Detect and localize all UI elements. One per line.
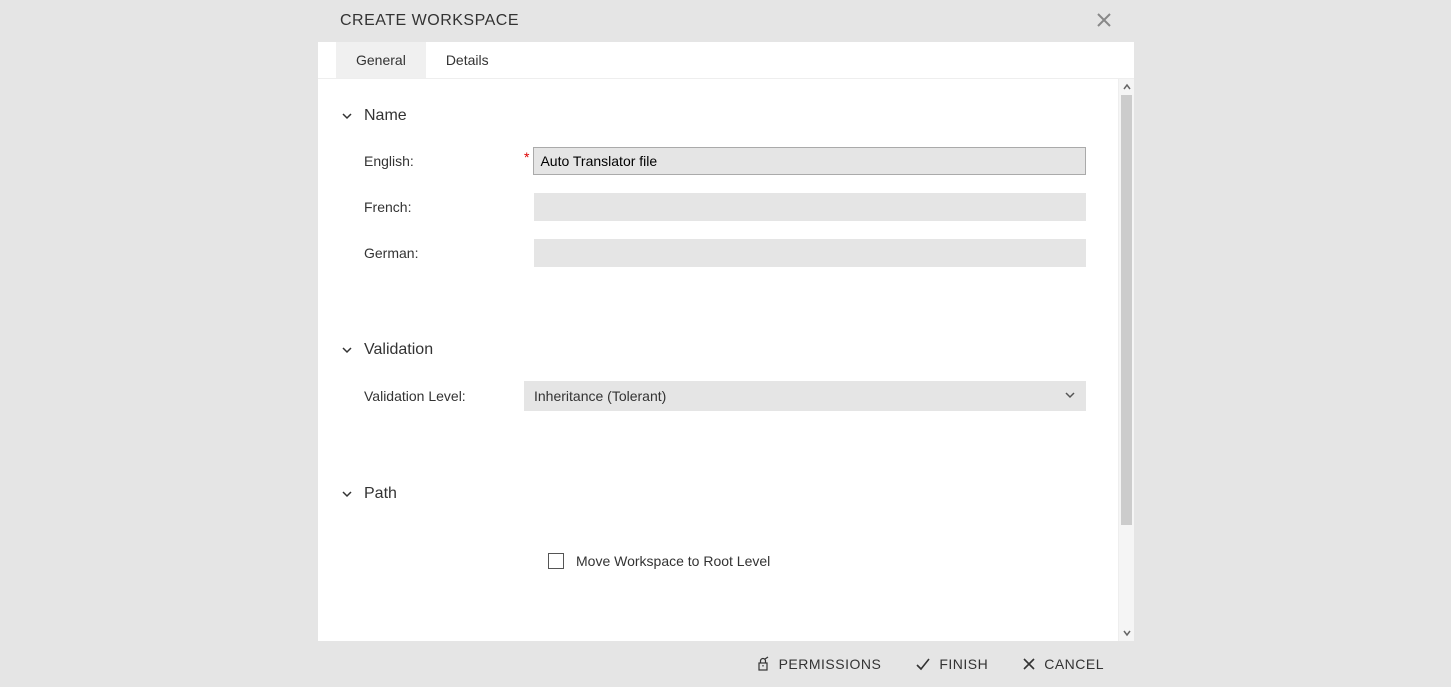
content-scroll: Name English: * French: [318, 79, 1134, 641]
create-workspace-dialog: CREATE WORKSPACE General Details Name [318, 0, 1134, 687]
checkbox-move-root[interactable] [548, 553, 564, 569]
scroll-thumb[interactable] [1121, 95, 1132, 525]
input-german[interactable] [534, 239, 1086, 267]
scrollbar[interactable] [1118, 79, 1134, 641]
input-french[interactable] [534, 193, 1086, 221]
scroll-track[interactable] [1119, 95, 1134, 625]
chevron-down-icon [340, 109, 354, 123]
required-marker: * [524, 149, 529, 165]
section-validation-title: Validation [364, 341, 433, 359]
permissions-icon [755, 656, 771, 672]
row-move-root: Move Workspace to Root Level [340, 553, 1086, 569]
dialog-body: General Details Name English: * [318, 42, 1134, 641]
tab-details[interactable]: Details [426, 42, 509, 78]
cancel-button[interactable]: CANCEL [1022, 656, 1104, 672]
label-french: French: [364, 199, 524, 215]
label-move-root: Move Workspace to Root Level [576, 553, 770, 569]
close-icon [1022, 657, 1036, 671]
row-validation-level: Validation Level: Inheritance (Tolerant) [340, 381, 1086, 411]
dialog-title: CREATE WORKSPACE [340, 12, 519, 30]
row-german: German: [340, 239, 1086, 267]
permissions-button[interactable]: PERMISSIONS [755, 656, 882, 672]
cancel-label: CANCEL [1044, 656, 1104, 672]
chevron-down-icon [340, 487, 354, 501]
label-validation-level: Validation Level: [364, 388, 524, 404]
section-path-header[interactable]: Path [340, 485, 1086, 503]
scroll-up-button[interactable] [1119, 79, 1134, 95]
dialog-footer: PERMISSIONS FINISH CANCEL [318, 641, 1134, 687]
dialog-header: CREATE WORKSPACE [318, 0, 1134, 42]
select-validation-value: Inheritance (Tolerant) [534, 388, 666, 404]
content-inner: Name English: * French: [318, 79, 1134, 589]
check-icon [915, 656, 931, 672]
permissions-label: PERMISSIONS [779, 656, 882, 672]
section-name-title: Name [364, 107, 407, 125]
tab-general[interactable]: General [336, 42, 426, 78]
finish-label: FINISH [939, 656, 988, 672]
chevron-down-icon [340, 343, 354, 357]
label-english: English: [364, 153, 524, 169]
row-french: French: [340, 193, 1086, 221]
input-english[interactable] [533, 147, 1086, 175]
section-name-header[interactable]: Name [340, 107, 1086, 125]
scroll-down-button[interactable] [1119, 625, 1134, 641]
tab-bar: General Details [318, 42, 1134, 79]
section-path-title: Path [364, 485, 397, 503]
row-english: English: * [340, 147, 1086, 175]
label-german: German: [364, 245, 524, 261]
chevron-down-icon [1064, 388, 1076, 404]
select-validation-level[interactable]: Inheritance (Tolerant) [524, 381, 1086, 411]
close-icon [1097, 13, 1111, 30]
finish-button[interactable]: FINISH [915, 656, 988, 672]
close-button[interactable] [1094, 11, 1114, 31]
section-validation-header[interactable]: Validation [340, 341, 1086, 359]
